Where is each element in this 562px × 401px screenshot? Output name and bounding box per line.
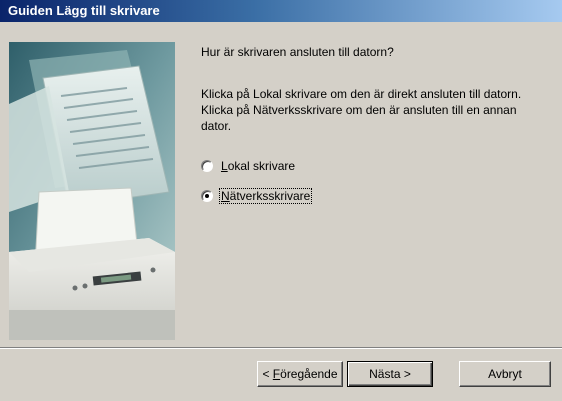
local-printer-accelerator: L bbox=[221, 159, 228, 173]
add-printer-wizard-window: Guiden Lägg till skrivare Hur är skrivar… bbox=[0, 0, 562, 401]
network-printer-option[interactable]: Nätverksskrivare bbox=[201, 187, 313, 205]
next-button[interactable]: Nästa > bbox=[347, 361, 433, 387]
back-button-label: < Föregående bbox=[262, 367, 338, 381]
printer-with-documents-illustration bbox=[9, 42, 175, 340]
radio-selected-dot bbox=[205, 194, 209, 198]
network-printer-accelerator: N bbox=[221, 189, 230, 203]
local-printer-label-rest: okal skrivare bbox=[227, 159, 296, 173]
window-title: Guiden Lägg till skrivare bbox=[8, 3, 160, 18]
question-text: Hur är skrivaren ansluten till datorn? bbox=[201, 45, 394, 59]
instruction-text: Klicka på Lokal skrivare om den är direk… bbox=[201, 87, 522, 133]
local-printer-option[interactable]: Lokal skrivare bbox=[201, 157, 296, 175]
local-printer-label[interactable]: Lokal skrivare bbox=[220, 159, 296, 173]
network-printer-label[interactable]: Nätverksskrivare bbox=[218, 188, 313, 204]
local-printer-radio[interactable] bbox=[201, 160, 213, 172]
cancel-button[interactable]: Avbryt bbox=[459, 361, 551, 387]
next-button-label: Nästa > bbox=[369, 367, 411, 381]
title-bar[interactable]: Guiden Lägg till skrivare bbox=[0, 0, 562, 22]
network-printer-label-rest: ätverksskrivare bbox=[229, 189, 311, 203]
cancel-button-label: Avbryt bbox=[488, 367, 522, 381]
button-separator bbox=[0, 347, 562, 349]
network-printer-radio[interactable] bbox=[201, 190, 213, 202]
back-button[interactable]: < Föregående bbox=[257, 361, 343, 387]
